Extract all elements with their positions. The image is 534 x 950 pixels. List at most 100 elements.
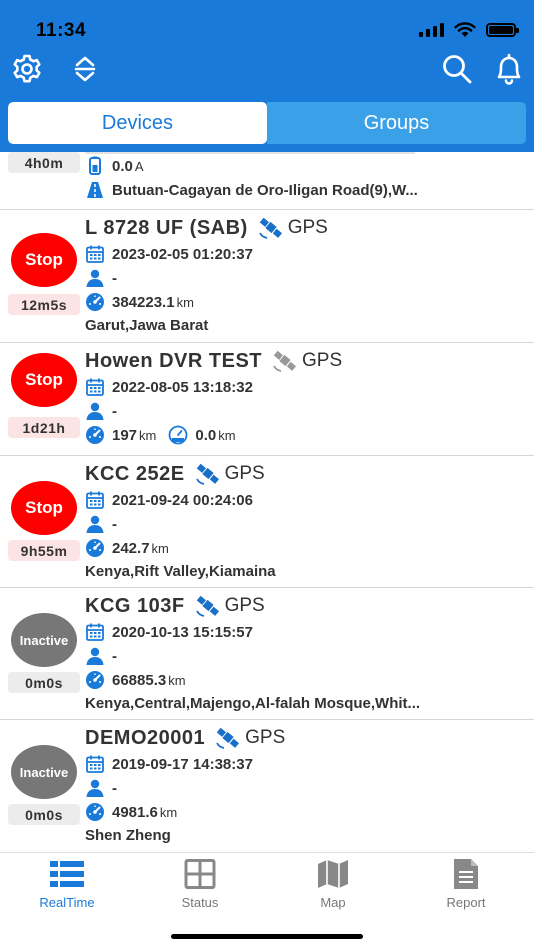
nav-map[interactable]: Map — [283, 859, 383, 910]
address-text: Butuan-Cagayan de Oro-Iligan Road(9),W..… — [112, 181, 418, 199]
mileage-value: 242.7 — [112, 539, 150, 557]
road-icon — [87, 182, 103, 198]
device-list[interactable]: 4h0m 0.0 A Butuan-Cagayan de Oro-Iligan … — [0, 152, 534, 852]
mileage-unit: km — [139, 427, 157, 443]
time-row: 2022-08-05 13:18:32 — [85, 375, 528, 399]
map-icon — [318, 860, 348, 888]
calendar-icon — [86, 755, 104, 773]
device-name: L 8728 UF (SAB) — [85, 216, 248, 239]
mileage-row: 242.7 km — [85, 536, 528, 560]
gps-label: GPS — [224, 595, 265, 616]
status-bar: 11:34 — [0, 0, 534, 50]
device-name: KCG 103F — [85, 594, 185, 617]
time-row: 2023-02-05 01:20:37 — [85, 242, 528, 266]
gps-label: GPS — [287, 217, 328, 238]
address-row: Butuan-Cagayan de Oro-Iligan Road(9),W..… — [85, 178, 528, 202]
driver-row: - — [85, 512, 528, 536]
driver-icon — [86, 515, 104, 533]
duration-badge: 4h0m — [8, 152, 80, 173]
wifi-icon — [454, 22, 476, 37]
tab-groups[interactable]: Groups — [267, 102, 526, 144]
duration-badge: 0m0s — [8, 672, 80, 693]
time-row: 2021-09-24 00:24:06 — [85, 488, 528, 512]
address-text: Garut,Jawa Barat — [85, 317, 209, 334]
list-item[interactable]: Inactive 0m0s DEMO20001 GPS 2019-09-17 1… — [0, 720, 534, 852]
mileage-unit: km — [151, 540, 169, 556]
driver-icon — [86, 402, 104, 420]
nav-label: Report — [446, 895, 486, 910]
driver-value: - — [112, 515, 117, 533]
driver-icon — [86, 647, 104, 665]
speed-unit: km — [218, 427, 236, 443]
nav-report[interactable]: Report — [416, 859, 516, 910]
tab-devices[interactable]: Devices — [8, 102, 267, 144]
mileage-row: 66885.3 km — [85, 668, 528, 692]
gps-label: GPS — [245, 727, 286, 748]
driver-value: - — [112, 402, 117, 420]
driver-icon — [86, 269, 104, 287]
gear-icon[interactable] — [10, 52, 44, 86]
duration-badge: 9h55m — [8, 540, 80, 561]
calendar-icon — [86, 378, 104, 396]
mileage-unit: km — [159, 804, 178, 820]
list-item[interactable]: Stop 1d21h Howen DVR TEST GPS 2022-08-05… — [0, 343, 534, 456]
driver-value: - — [112, 269, 117, 287]
satellite-icon — [195, 595, 219, 617]
bell-icon[interactable] — [492, 52, 526, 86]
time-value: 2019-09-17 14:38:37 — [112, 755, 253, 773]
mileage-value: 66885.3 — [112, 671, 167, 689]
mileage-value: 384223.1 — [112, 293, 175, 311]
driver-row: - — [85, 399, 528, 423]
calendar-icon — [86, 623, 104, 641]
address-text: Shen Zheng — [85, 827, 171, 844]
grid-icon — [184, 859, 216, 889]
status-badge: Stop — [11, 233, 77, 287]
driver-row: - — [85, 266, 528, 290]
mileage-value: 197 — [112, 426, 138, 444]
app-header: 11:34 Devices Groups — [0, 0, 534, 152]
report-icon — [454, 859, 478, 889]
status-time: 11:34 — [36, 20, 87, 41]
time-value: 2020-10-13 15:15:57 — [112, 623, 253, 641]
calendar-icon — [86, 245, 104, 263]
mileage-row: 4981.6 km — [85, 800, 528, 824]
driver-value: - — [112, 779, 117, 797]
device-name: DEMO20001 — [85, 726, 206, 749]
nav-status[interactable]: Status — [150, 859, 250, 910]
duration-badge: 12m5s — [8, 294, 80, 315]
driver-row: - — [85, 776, 528, 800]
battery-level-icon — [89, 156, 101, 175]
address-text: Kenya,Central,Majengo,Al-falah Mosque,Wh… — [85, 695, 421, 712]
list-item[interactable]: 4h0m 0.0 A Butuan-Cagayan de Oro-Iligan … — [0, 152, 534, 210]
satellite-icon — [195, 463, 219, 485]
driver-icon — [86, 779, 104, 797]
status-badge: Stop — [11, 481, 77, 535]
signal-icon — [419, 23, 444, 37]
mileage-unit: km — [168, 672, 186, 688]
driver-value: - — [112, 647, 117, 665]
nav-realtime[interactable]: RealTime — [17, 859, 117, 910]
device-name: Howen DVR TEST — [85, 349, 263, 372]
mileage-row: 384223.1 km — [85, 290, 528, 314]
list-item[interactable]: Stop 9h55m KCC 252E GPS 2021-09-24 00:24… — [0, 456, 534, 588]
odometer-icon — [86, 426, 104, 444]
satellite-icon — [273, 350, 297, 372]
list-icon — [50, 861, 84, 887]
gps-label: GPS — [302, 350, 343, 371]
home-indicator — [171, 934, 363, 939]
time-value: 2021-09-24 00:24:06 — [112, 491, 253, 509]
status-icons — [419, 22, 519, 38]
list-item[interactable]: Inactive 0m0s KCG 103F GPS 2020-10-13 15… — [0, 588, 534, 720]
satellite-icon — [216, 727, 240, 749]
nav-label: RealTime — [39, 895, 95, 910]
search-icon[interactable] — [440, 52, 474, 86]
list-item[interactable]: Stop 12m5s L 8728 UF (SAB) GPS 2023-02-0… — [0, 210, 534, 343]
sort-icon[interactable] — [68, 52, 102, 86]
address-text: Kenya,Rift Valley,Kiamaina — [85, 563, 276, 580]
driver-row: - — [85, 644, 528, 668]
calendar-icon — [86, 491, 104, 509]
gps-label: GPS — [224, 463, 265, 484]
nav-label: Map — [320, 895, 346, 910]
speed-value: 0.0 — [195, 426, 217, 444]
view-tabs: Devices Groups — [8, 102, 526, 144]
